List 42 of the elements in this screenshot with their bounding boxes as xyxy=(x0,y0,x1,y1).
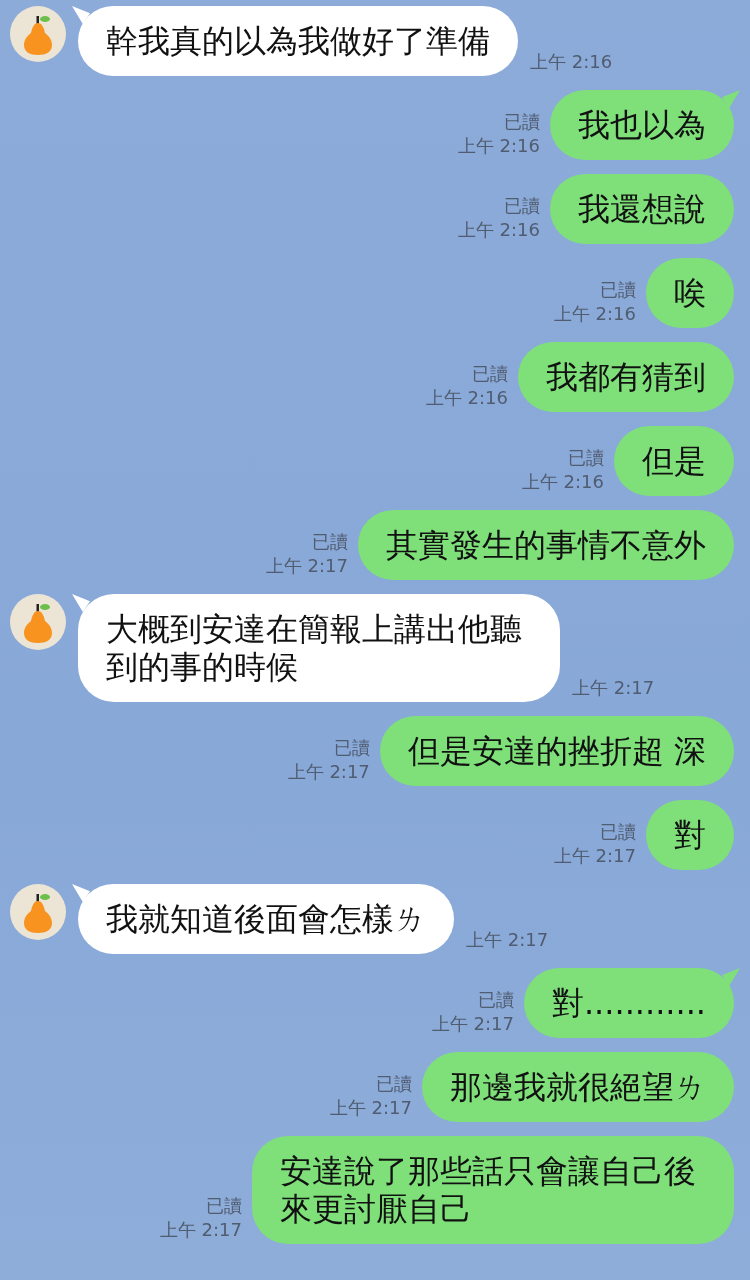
message-time: 上午 2:17 xyxy=(159,1218,242,1242)
message-time: 上午 2:16 xyxy=(457,218,540,242)
message-time: 上午 2:17 xyxy=(466,928,549,952)
message-bubble: 其實發生的事情不意外 xyxy=(358,510,734,580)
message-bubble: 我也以為 xyxy=(550,90,734,160)
read-receipt: 已讀 xyxy=(504,110,540,134)
pear-avatar-icon[interactable] xyxy=(10,6,66,62)
pear-avatar-icon[interactable] xyxy=(10,884,66,940)
read-receipt: 已讀 xyxy=(333,736,370,760)
message-time: 上午 2:16 xyxy=(521,470,604,494)
message-bubble: 但是 xyxy=(614,426,734,496)
read-receipt: 已讀 xyxy=(472,362,508,386)
message-bubble: 但是安達的挫折超 深 xyxy=(379,716,734,786)
message-time: 上午 2:17 xyxy=(431,1012,514,1036)
read-receipt: 已讀 xyxy=(568,446,604,470)
read-receipt: 已讀 xyxy=(504,194,540,218)
message-time: 上午 2:17 xyxy=(572,676,655,700)
message-time: 上午 2:17 xyxy=(553,844,636,868)
read-receipt: 已讀 xyxy=(600,278,636,302)
read-receipt: 已讀 xyxy=(600,820,636,844)
read-receipt: 已讀 xyxy=(376,1072,412,1096)
read-receipt: 已讀 xyxy=(477,988,514,1012)
message-time: 上午 2:17 xyxy=(287,760,370,784)
read-receipt: 已讀 xyxy=(206,1194,242,1218)
message-bubble: 唉 xyxy=(646,258,734,328)
message-bubble: 大概到安達在簡報上講出他聽到的事的時候 xyxy=(78,594,560,702)
message-bubble: 我都有猜到 xyxy=(518,342,734,412)
message-time: 上午 2:16 xyxy=(530,50,613,74)
message-bubble: 安達說了那些話只會讓自己後來更討厭自己 xyxy=(252,1136,734,1244)
message-bubble: 我還想說 xyxy=(550,174,734,244)
message-time: 上午 2:16 xyxy=(457,134,540,158)
message-bubble: 對............ xyxy=(523,968,734,1038)
message-time: 上午 2:16 xyxy=(553,302,636,326)
message-bubble: 我就知道後面會怎樣ㄌ xyxy=(78,884,454,954)
pear-avatar-icon[interactable] xyxy=(10,594,66,650)
read-receipt: 已讀 xyxy=(312,530,348,554)
message-time: 上午 2:16 xyxy=(425,386,508,410)
message-bubble: 那邊我就很絕望ㄌ xyxy=(422,1052,734,1122)
message-bubble: 對 xyxy=(646,800,734,870)
message-time: 上午 2:17 xyxy=(265,554,348,578)
message-bubble: 幹我真的以為我做好了準備 xyxy=(78,6,518,76)
message-time: 上午 2:17 xyxy=(329,1096,412,1120)
